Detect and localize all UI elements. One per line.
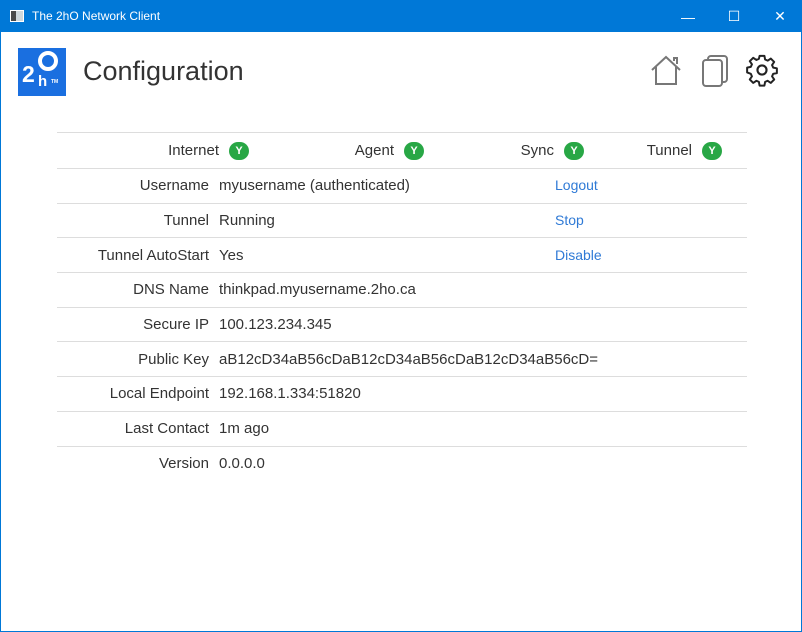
row-value: aB12cD34aB56cDaB12cD34aB56cDaB12cD34aB56… [219, 350, 598, 368]
row-value: myusername (authenticated) [219, 177, 410, 195]
app-icon [10, 10, 24, 22]
row-label: Last Contact [124, 420, 209, 438]
row-public-key: Public Key aB12cD34aB56cDaB12cD34aB56cDaB… [57, 341, 747, 377]
status-internet: Internet Y [168, 133, 249, 168]
row-tunnel: Tunnel Running Stop [57, 203, 747, 238]
disable-link[interactable]: Disable [555, 247, 602, 263]
logout-link[interactable]: Logout [555, 177, 598, 193]
row-local-endpoint: Local Endpoint 192.168.1.334:51820 [57, 376, 747, 412]
status-badge: Y [564, 141, 584, 160]
row-label: Version [158, 455, 209, 473]
row-label: Username [139, 177, 209, 195]
status-label: Tunnel [646, 142, 692, 159]
status-badge: Y [404, 141, 424, 160]
row-label: Public Key [138, 350, 209, 368]
row-value: Running [219, 212, 275, 230]
gear-icon[interactable] [745, 53, 779, 87]
minimize-button[interactable]: — [665, 1, 711, 32]
row-last-contact: Last Contact 1m ago [57, 411, 747, 446]
status-row: Internet Y Agent Y Sync Y Tunnel Y [57, 132, 747, 169]
logo: 2 h TM [18, 48, 66, 96]
close-button[interactable]: ✕ [757, 1, 802, 32]
maximize-button[interactable]: ☐ [711, 1, 757, 32]
status-agent: Agent Y [355, 133, 424, 168]
title-bar: The 2hO Network Client — ☐ ✕ [1, 1, 802, 32]
row-value: 192.168.1.334:51820 [219, 385, 361, 403]
row-secure-ip: Secure IP 100.123.234.345 [57, 307, 747, 342]
row-label: Tunnel AutoStart [97, 246, 209, 264]
copy-icon[interactable] [700, 53, 730, 87]
row-value: 1m ago [219, 420, 270, 438]
row-dns-name: DNS Name thinkpad.myusername.2ho.ca [57, 272, 747, 308]
row-label: DNS Name [133, 281, 209, 299]
home-icon[interactable] [650, 53, 682, 87]
status-label: Agent [354, 142, 394, 159]
window-title: The 2hO Network Client [32, 9, 161, 23]
row-tunnel-autostart: Tunnel AutoStart Yes Disable [57, 237, 747, 273]
page-title: Configuration [83, 56, 244, 86]
row-label: Secure IP [143, 316, 209, 334]
status-sync: Sync Y [521, 133, 584, 168]
row-value: thinkpad.myusername.2ho.ca [219, 281, 416, 299]
row-label: Local Endpoint [109, 385, 209, 403]
row-label: Tunnel [163, 212, 209, 230]
row-version: Version 0.0.0.0 [57, 446, 747, 481]
status-label: Sync [520, 142, 554, 159]
stop-link[interactable]: Stop [555, 212, 584, 228]
status-badge: Y [229, 141, 249, 160]
status-badge: Y [702, 141, 722, 160]
row-value: 0.0.0.0 [219, 455, 265, 473]
row-value: 100.123.234.345 [219, 316, 332, 334]
status-label: Internet [168, 142, 219, 159]
config-table: Internet Y Agent Y Sync Y Tunnel Y Username m… [57, 132, 747, 481]
status-tunnel: Tunnel Y [647, 133, 722, 168]
row-username: Username myusername (authenticated) Logout [57, 168, 747, 204]
app-window: The 2hO Network Client — ☐ ✕ 2 h TM Config… [0, 0, 802, 632]
row-value: Yes [219, 246, 244, 264]
